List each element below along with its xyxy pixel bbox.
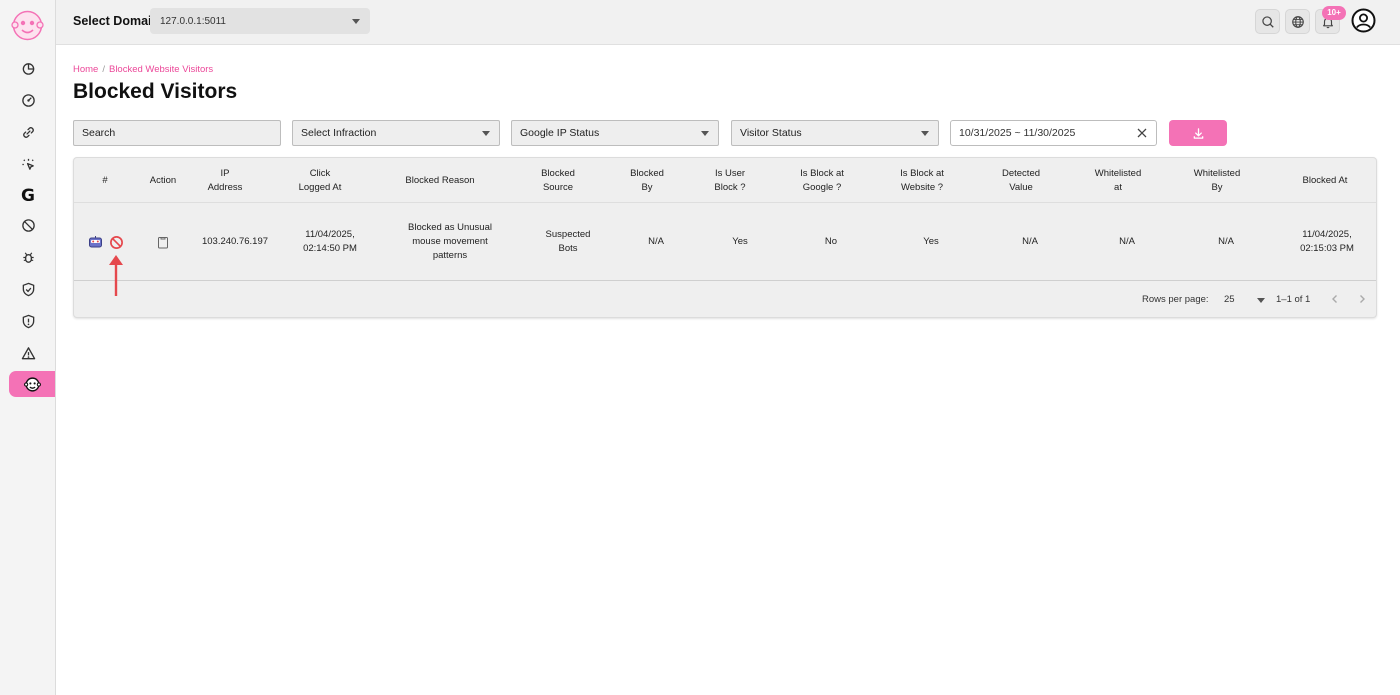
sidebar-item-gauge[interactable] bbox=[0, 87, 56, 113]
column-header-blocked-by: Blocked By bbox=[630, 167, 664, 193]
warning-icon bbox=[21, 346, 35, 359]
domain-select-value: 127.0.0.1:5011 bbox=[160, 16, 226, 27]
top-bar: Select Domain 127.0.0.1:5011 10+ bbox=[56, 0, 1400, 45]
select-domain-label: Select Domain bbox=[73, 14, 160, 28]
language-button[interactable] bbox=[1285, 9, 1310, 34]
sidebar: G bbox=[0, 0, 56, 695]
link-icon bbox=[22, 126, 34, 138]
search-placeholder: Search bbox=[82, 127, 116, 139]
date-range-picker[interactable]: 10/31/2025 ~ 11/30/2025 bbox=[950, 120, 1157, 146]
sidebar-item-google[interactable]: G bbox=[0, 183, 56, 209]
user-avatar-icon[interactable] bbox=[1351, 8, 1376, 33]
row-whitelisted-by: N/A bbox=[1218, 236, 1234, 247]
bug-icon bbox=[22, 251, 34, 263]
date-range-value: 10/31/2025 ~ 11/30/2025 bbox=[959, 127, 1076, 139]
breadcrumb-separator: / bbox=[102, 64, 105, 75]
sidebar-item-protection[interactable] bbox=[0, 276, 56, 302]
pagination-range: 1–1 of 1 bbox=[1276, 294, 1311, 305]
infraction-select[interactable]: Select Infraction bbox=[292, 120, 500, 146]
sidebar-item-links[interactable] bbox=[0, 119, 56, 145]
monkey-logo-icon[interactable] bbox=[11, 9, 44, 42]
row-blocked-source: Suspected Bots bbox=[545, 229, 591, 254]
rows-per-page-label: Rows per page: bbox=[1142, 294, 1209, 305]
breadcrumb-current: Blocked Website Visitors bbox=[108, 64, 214, 75]
search-input[interactable]: Search bbox=[73, 120, 281, 146]
click-icon bbox=[21, 158, 34, 170]
domain-select[interactable]: 127.0.0.1:5011 bbox=[150, 8, 370, 34]
pie-chart-icon bbox=[22, 62, 34, 75]
shield-alert-icon bbox=[22, 314, 34, 328]
column-header-index: # bbox=[102, 174, 108, 186]
column-header-blocked-source: Blocked Source bbox=[541, 167, 575, 193]
unblock-icon[interactable] bbox=[109, 235, 124, 250]
chevron-down-icon bbox=[352, 19, 360, 24]
clipboard-icon[interactable] bbox=[157, 236, 169, 249]
sidebar-item-blocked[interactable] bbox=[0, 212, 56, 238]
blocked-visitors-table: # Action IP Address Click Logged At Blocke… bbox=[73, 157, 1377, 318]
search-icon bbox=[1261, 15, 1274, 28]
sidebar-item-alerts[interactable] bbox=[0, 340, 56, 366]
table-row: 103.240.76.197 11/04/2025, 02:14:50 PM Bl… bbox=[74, 203, 1376, 281]
breadcrumb: Home / Blocked Website Visitors bbox=[73, 64, 213, 75]
rows-per-page-select[interactable]: 25 bbox=[1224, 294, 1235, 305]
column-header-whitelisted-at: Whitelisted at bbox=[1094, 167, 1142, 193]
download-icon bbox=[1193, 127, 1203, 139]
sidebar-item-clicks[interactable] bbox=[0, 151, 56, 177]
column-header-is-user-block: Is User Block ? bbox=[714, 167, 746, 193]
column-header-blocked-at: Blocked At bbox=[1302, 174, 1348, 186]
row-click-logged-at: 11/04/2025, 02:14:50 PM bbox=[303, 229, 357, 254]
download-button[interactable] bbox=[1169, 120, 1227, 146]
google-ip-status-value: Google IP Status bbox=[520, 127, 600, 139]
close-icon[interactable] bbox=[1136, 127, 1148, 139]
row-blocked-by: N/A bbox=[648, 236, 664, 247]
visitor-status-value: Visitor Status bbox=[740, 127, 802, 139]
notification-badge: 10+ bbox=[1322, 6, 1346, 20]
table-pagination: Rows per page: 25 1–1 of 1 bbox=[74, 282, 1376, 318]
chevron-down-icon bbox=[921, 131, 929, 136]
search-button[interactable] bbox=[1255, 9, 1280, 34]
row-whitelisted-at: N/A bbox=[1119, 236, 1135, 247]
globe-icon bbox=[1291, 15, 1304, 28]
page-title: Blocked Visitors bbox=[73, 80, 238, 103]
annotation-arrow-icon bbox=[109, 255, 123, 296]
column-header-ip-address: IP Address bbox=[207, 167, 243, 193]
bot-visitor-icon bbox=[89, 235, 102, 247]
breadcrumb-home-link[interactable]: Home bbox=[73, 64, 98, 75]
next-page-icon[interactable] bbox=[1355, 292, 1369, 306]
column-header-click-logged-at: Click Logged At bbox=[298, 167, 342, 193]
sidebar-item-bots[interactable] bbox=[0, 244, 56, 270]
previous-page-icon[interactable] bbox=[1328, 292, 1342, 306]
column-header-blocked-reason: Blocked Reason bbox=[405, 174, 475, 186]
table-header: # Action IP Address Click Logged At Blocke… bbox=[74, 158, 1376, 203]
sidebar-item-dashboard[interactable] bbox=[0, 55, 56, 81]
row-detected-value: N/A bbox=[1022, 236, 1038, 247]
google-ip-status-select[interactable]: Google IP Status bbox=[511, 120, 719, 146]
row-action-cell bbox=[136, 203, 190, 281]
sidebar-item-security[interactable] bbox=[0, 308, 56, 334]
column-header-action: Action bbox=[149, 174, 177, 186]
chevron-down-icon bbox=[482, 131, 490, 136]
column-header-detected-value: Detected Value bbox=[1001, 167, 1041, 193]
visitor-status-select[interactable]: Visitor Status bbox=[731, 120, 939, 146]
column-header-whitelisted-by: Whitelisted By bbox=[1193, 167, 1241, 193]
row-is-block-at-website: Yes bbox=[923, 236, 939, 247]
row-blocked-reason: Blocked as Unusual mouse movement patterns bbox=[408, 222, 492, 261]
column-header-is-block-at-google: Is Block at Google ? bbox=[800, 167, 844, 193]
row-ip-address: 103.240.76.197 bbox=[201, 236, 269, 247]
chevron-down-icon[interactable] bbox=[1257, 298, 1265, 303]
row-blocked-at: 11/04/2025, 02:15:03 PM bbox=[1300, 229, 1354, 254]
column-header-is-block-at-website: Is Block at Website ? bbox=[900, 167, 944, 193]
block-icon bbox=[21, 218, 35, 232]
monkey-icon bbox=[23, 376, 41, 392]
shield-check-icon bbox=[22, 282, 34, 296]
row-is-user-block: Yes bbox=[732, 236, 748, 247]
infraction-select-value: Select Infraction bbox=[301, 127, 377, 139]
row-is-block-at-google: No bbox=[824, 236, 838, 247]
google-icon: G bbox=[21, 186, 35, 206]
gauge-icon bbox=[21, 93, 35, 107]
sidebar-item-blocked-visitors[interactable] bbox=[9, 371, 55, 397]
chevron-down-icon bbox=[701, 131, 709, 136]
